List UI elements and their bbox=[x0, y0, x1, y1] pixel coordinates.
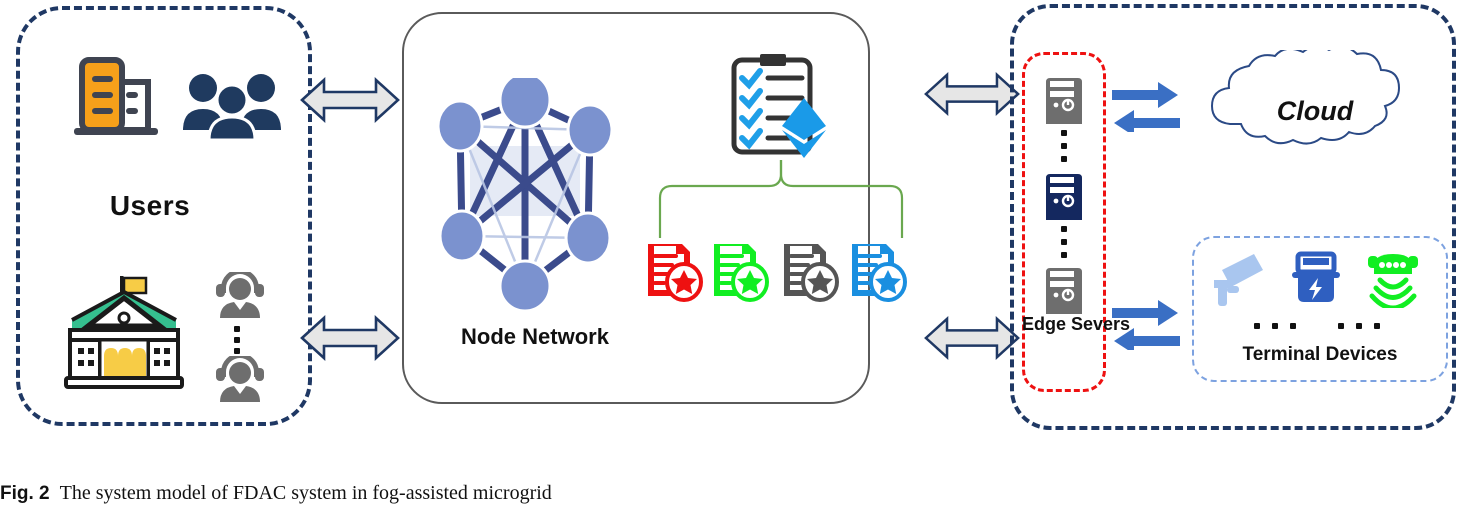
node-network-label: Node Network bbox=[461, 324, 609, 349]
arrow-users-to-network-bottom bbox=[300, 315, 400, 361]
government-building-icon bbox=[64, 276, 184, 389]
operator-icon-bottom bbox=[216, 356, 264, 402]
arrow-edge-to-terminal bbox=[1112, 300, 1180, 350]
figure-caption: Fig. 2 The system model of FDAC system in… bbox=[0, 482, 1000, 505]
arrow-edge-to-cloud bbox=[1112, 82, 1180, 132]
terminal-ellipsis-right bbox=[1338, 322, 1380, 330]
node-network-graph bbox=[436, 78, 614, 310]
edge-server-bottom bbox=[1046, 268, 1082, 314]
edge-server-ellipsis-bottom bbox=[1060, 226, 1068, 258]
certificate-green bbox=[714, 244, 769, 302]
wireless-sensor-icon bbox=[1368, 254, 1418, 308]
cloud-label: Cloud bbox=[1276, 96, 1354, 126]
green-curly-brace bbox=[658, 160, 904, 238]
terminal-ellipsis-left bbox=[1254, 322, 1296, 330]
figure-number: Fig. 2 bbox=[0, 483, 50, 504]
arrow-network-to-fog-bottom bbox=[924, 315, 1020, 361]
edge-server-top bbox=[1046, 78, 1082, 124]
certificate-red bbox=[648, 244, 703, 302]
edge-server-middle bbox=[1046, 174, 1082, 220]
operator-icon-top bbox=[216, 272, 264, 318]
edge-servers-label: Edge Severs bbox=[1022, 314, 1131, 334]
smart-meter-icon bbox=[1292, 251, 1340, 302]
edge-server-ellipsis-top bbox=[1060, 130, 1068, 162]
arrow-network-to-fog-top bbox=[924, 71, 1020, 117]
figure-caption-text: The system model of FDAC system in fog-a… bbox=[59, 482, 552, 504]
terminal-devices-label: Terminal Devices bbox=[1242, 344, 1398, 365]
office-building-icon bbox=[74, 57, 158, 135]
arrow-users-to-network-top bbox=[300, 77, 400, 123]
certificate-gray bbox=[784, 244, 839, 302]
smart-contract-clipboard-icon bbox=[731, 54, 826, 158]
operator-ellipsis-dots bbox=[233, 326, 241, 354]
cctv-camera-icon bbox=[1214, 254, 1263, 306]
users-label: Users bbox=[109, 190, 191, 221]
figure-canvas: Users Node Network Edge Severs Cloud Ter… bbox=[0, 0, 1466, 440]
people-group-icon bbox=[183, 74, 281, 140]
certificate-blue bbox=[852, 244, 907, 302]
